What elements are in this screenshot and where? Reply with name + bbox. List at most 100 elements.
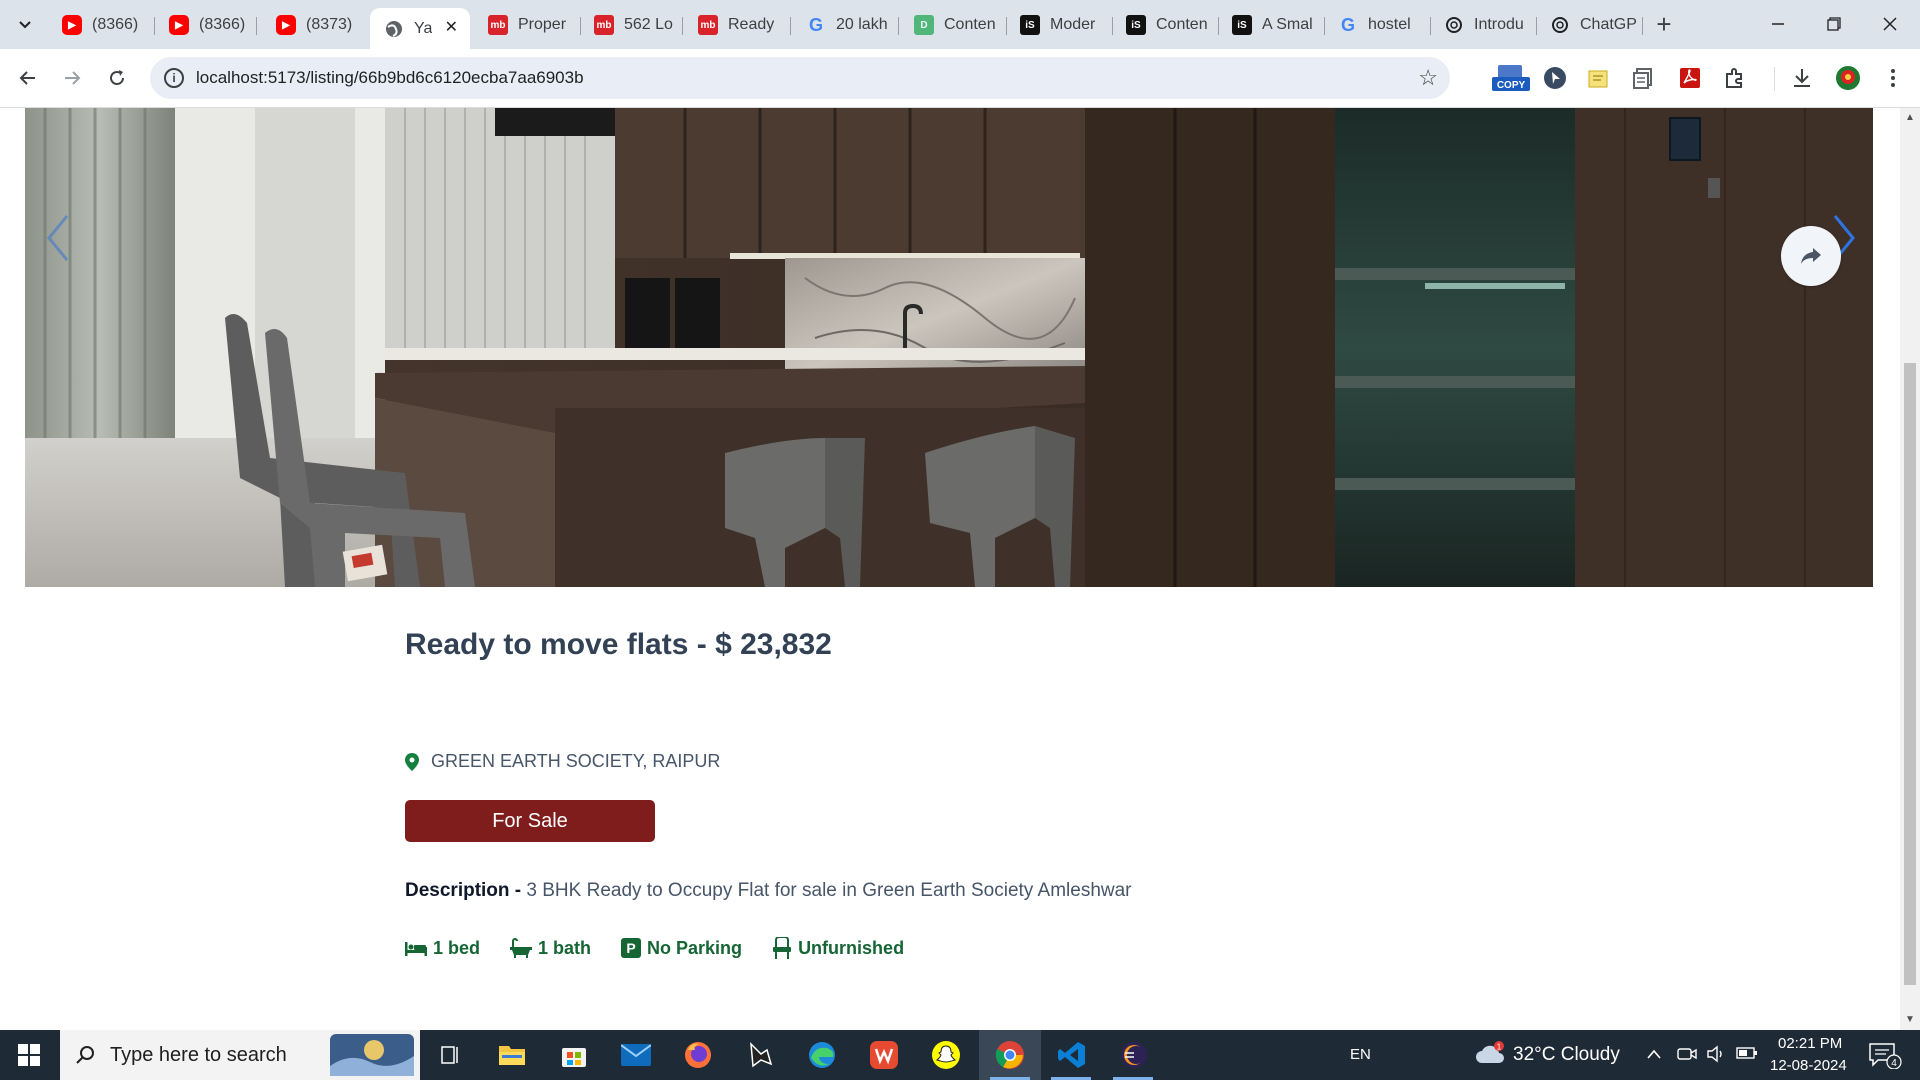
youtube-icon: ▶	[62, 15, 82, 35]
copy-extension-icon[interactable]: COPY	[1492, 63, 1530, 93]
tab-title: 20 lakh	[836, 16, 888, 33]
listing-location: GREEN EARTH SOCIETY, RAIPUR	[405, 751, 720, 772]
meet-now-icon[interactable]	[1677, 1045, 1697, 1068]
puzzle-extensions-icon[interactable]	[1722, 65, 1748, 91]
bookmark-star-icon[interactable]: ☆	[1418, 65, 1438, 91]
carousel-prev-button[interactable]	[37, 208, 77, 268]
profile-avatar-icon[interactable]	[1835, 65, 1861, 91]
task-view-icon[interactable]	[434, 1039, 466, 1071]
tab-title: hostel	[1368, 16, 1411, 33]
globe-icon	[384, 19, 404, 39]
tray-chevron-icon[interactable]	[1646, 1047, 1662, 1065]
store-icon[interactable]	[558, 1039, 590, 1071]
tab-magicbricks-3[interactable]: mb Ready	[684, 8, 784, 42]
notes-extension-icon[interactable]	[1586, 65, 1612, 91]
scrollbar-thumb[interactable]	[1904, 363, 1916, 985]
arrow-left-icon	[19, 71, 35, 85]
file-explorer-icon[interactable]	[496, 1039, 528, 1071]
svg-text:4: 4	[1891, 1058, 1897, 1069]
tab-openai-1[interactable]: Introdu	[1430, 8, 1534, 42]
chevron-down-icon	[19, 21, 31, 29]
share-button[interactable]	[1781, 226, 1841, 286]
site-info-icon[interactable]: i	[164, 68, 184, 88]
tab-title: (8366)	[199, 16, 246, 33]
tab-search-button[interactable]	[10, 10, 40, 40]
close-tab-icon[interactable]: ✕	[445, 17, 458, 37]
inkscape-icon[interactable]	[744, 1039, 776, 1071]
tab-magicbricks-1[interactable]: mb Proper	[474, 8, 574, 42]
new-tab-button[interactable]: +	[1650, 10, 1678, 38]
language-indicator[interactable]: EN	[1350, 1046, 1371, 1063]
start-button[interactable]	[0, 1030, 58, 1080]
address-bar[interactable]: i localhost:5173/listing/66b9bd6c6120ecb…	[150, 57, 1450, 99]
more-menu-icon[interactable]	[1880, 65, 1906, 91]
weather-text[interactable]: 32°C Cloudy	[1513, 1044, 1620, 1066]
taskbar-search-placeholder: Type here to search	[110, 1043, 287, 1066]
battery-icon[interactable]	[1736, 1046, 1758, 1065]
listing-type-badge: For Sale	[405, 800, 655, 842]
svg-text:COPY: COPY	[1497, 80, 1526, 91]
tab-active-listing[interactable]: Ya ✕	[370, 8, 470, 49]
is-icon: iS	[1020, 15, 1040, 35]
url-text: localhost:5173/listing/66b9bd6c6120ecba7…	[196, 68, 584, 87]
feature-furnished: Unfurnished	[772, 937, 904, 959]
scroll-down-icon[interactable]: ▼	[1904, 1014, 1916, 1026]
magicbricks-icon: mb	[594, 15, 614, 35]
feature-beds-label: 1 bed	[433, 937, 481, 958]
wps-icon[interactable]	[868, 1039, 900, 1071]
notification-center-icon[interactable]: 4	[1868, 1041, 1902, 1074]
back-button[interactable]	[12, 62, 44, 94]
cursor-extension-icon[interactable]	[1542, 65, 1568, 91]
clock-date[interactable]: 12-08-2024	[1770, 1057, 1847, 1074]
close-icon	[1883, 17, 1897, 31]
scroll-up-icon[interactable]: ▲	[1904, 112, 1916, 124]
svg-text:1: 1	[1497, 1043, 1502, 1052]
reload-button[interactable]	[101, 62, 133, 94]
tabs-extension-icon[interactable]	[1630, 65, 1656, 91]
chrome-icon[interactable]	[994, 1039, 1026, 1071]
tab-strip: ▶ (8366) ▶ (8366) ▶ (8373) Ya ✕ mb Prope…	[0, 0, 1920, 49]
forward-button[interactable]	[56, 62, 88, 94]
tab-magicbricks-2[interactable]: mb 562 Lo	[580, 8, 676, 42]
listing-features: 1 bed 1 bath P No Parking Unfurnished	[405, 937, 904, 959]
edge-icon[interactable]	[806, 1039, 838, 1071]
page-scrollbar[interactable]: ▲ ▼	[1900, 108, 1920, 1030]
openai-icon	[1550, 15, 1570, 35]
clock-time[interactable]: 02:21 PM	[1778, 1035, 1842, 1052]
mail-icon[interactable]	[620, 1039, 652, 1071]
tab-is-2[interactable]: iS Conten	[1112, 8, 1212, 42]
snapchat-icon[interactable]	[930, 1039, 962, 1071]
restore-button[interactable]	[1810, 8, 1858, 40]
tab-google-2[interactable]: G hostel	[1324, 8, 1424, 42]
tab-docs[interactable]: D Conten	[900, 8, 1000, 42]
tab-is-3[interactable]: iS A Smal	[1218, 8, 1318, 42]
tab-google-1[interactable]: G 20 lakh	[792, 8, 892, 42]
tab-title: Introdu	[1474, 16, 1524, 33]
firefox-icon[interactable]	[682, 1039, 714, 1071]
reload-icon	[110, 70, 124, 85]
pdf-extension-icon[interactable]	[1677, 65, 1703, 91]
tab-separator	[898, 17, 899, 35]
tab-is-1[interactable]: iS Moder	[1006, 8, 1106, 42]
taskbar-search-box[interactable]: Type here to search	[60, 1030, 420, 1080]
tab-youtube-1[interactable]: ▶ (8366)	[48, 8, 148, 42]
tab-youtube-3[interactable]: ▶ (8373)	[262, 8, 362, 42]
openai-icon	[1444, 15, 1464, 35]
chair-icon	[773, 937, 792, 959]
minimize-button[interactable]	[1754, 8, 1802, 40]
close-window-button[interactable]	[1866, 8, 1914, 40]
eclipse-icon[interactable]	[1118, 1039, 1150, 1071]
download-icon[interactable]	[1789, 65, 1815, 91]
weather-widget[interactable]: 1	[1475, 1041, 1505, 1070]
vscode-icon[interactable]	[1056, 1039, 1088, 1071]
bed-icon	[405, 942, 427, 956]
tab-separator	[682, 17, 683, 35]
listing-address: GREEN EARTH SOCIETY, RAIPUR	[431, 751, 721, 771]
tab-separator	[256, 17, 257, 35]
tab-youtube-2[interactable]: ▶ (8366)	[155, 8, 251, 42]
tab-title: Moder	[1050, 16, 1096, 33]
tab-openai-2[interactable]: ChatGP	[1536, 8, 1640, 42]
volume-icon[interactable]	[1706, 1045, 1726, 1068]
description-label: Description -	[405, 880, 522, 901]
search-highlight-icon	[330, 1034, 414, 1076]
